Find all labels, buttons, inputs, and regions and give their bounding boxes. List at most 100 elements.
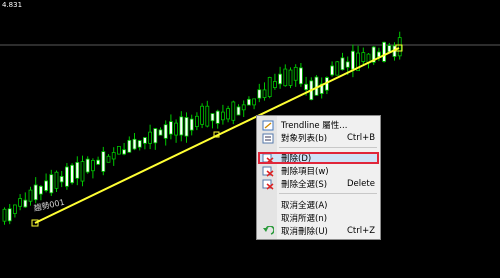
menu-item-shortcut: Ctrl+Z <box>347 226 376 236</box>
candle-body <box>283 68 288 87</box>
menu-separator <box>279 193 377 194</box>
candle-body <box>298 67 303 85</box>
candle-body <box>246 98 251 106</box>
menu-item-delete-item[interactable]: 刪除項目(w) <box>258 165 379 177</box>
menu-item-label: 對象列表(b) <box>281 134 328 144</box>
candle-body <box>252 98 257 106</box>
candle-body <box>272 81 277 89</box>
candle-body <box>127 139 132 153</box>
menu-item-shortcut: Ctrl+B <box>347 133 376 143</box>
menu-item-label: 刪除(D) <box>281 154 312 164</box>
candle-body <box>215 110 220 124</box>
candle-body <box>345 61 350 68</box>
candle-body <box>117 145 121 155</box>
candle-body <box>75 162 80 179</box>
candle-body <box>163 124 168 139</box>
candle-body <box>231 101 236 121</box>
candle-body <box>85 158 90 173</box>
candle-body <box>304 83 309 91</box>
menu-item-label: 刪除項目(w) <box>281 167 329 177</box>
candle-body <box>148 131 153 144</box>
candle-body <box>59 176 64 183</box>
delete-item-icon <box>262 166 274 177</box>
menu-item-delete[interactable]: 刪除(D) <box>258 152 379 164</box>
chart-canvas[interactable] <box>0 0 500 278</box>
candle-body <box>70 164 74 184</box>
candle-body <box>350 50 355 70</box>
candle-body <box>382 41 387 62</box>
candle-body <box>293 66 298 81</box>
candle-body <box>44 180 48 191</box>
candle-body <box>340 57 345 71</box>
candle-body <box>278 73 283 85</box>
menu-item-deselect[interactable]: 取消所選(n) <box>258 212 379 224</box>
menu-item-shortcut: Delete <box>347 179 375 189</box>
candle-body <box>387 45 392 53</box>
menu-item-label: 取消所選(n) <box>281 214 328 224</box>
candle-body <box>335 61 340 76</box>
menu-item-label: 取消全選(A) <box>281 201 328 211</box>
candle-body <box>267 77 272 97</box>
candle-body <box>288 69 293 86</box>
candle-body <box>23 199 28 208</box>
candle-body <box>2 208 7 222</box>
properties-icon <box>262 120 274 131</box>
price-axis-label: 4.831 <box>2 1 23 9</box>
candle-body <box>179 116 184 136</box>
candle-body <box>12 204 17 214</box>
candle-body <box>101 151 106 172</box>
candle-body <box>132 138 137 150</box>
candle-body <box>158 129 163 136</box>
price-chart[interactable]: 4.831 趨勢001 <box>0 0 500 278</box>
candle-body <box>241 104 246 111</box>
menu-item-deselect-all[interactable]: 取消全選(A) <box>258 199 379 211</box>
candle-body <box>236 106 241 116</box>
candle-body <box>220 111 225 121</box>
candle-body <box>168 121 173 135</box>
candle-body <box>200 105 205 125</box>
object-list-icon <box>262 133 274 144</box>
menu-item-label: 刪除全選(S) <box>281 180 328 190</box>
candle-body <box>194 115 199 127</box>
candle-body <box>205 105 210 127</box>
candle-body <box>257 89 262 99</box>
menu-item-trendline-properties[interactable]: Trendline 屬性... <box>258 119 379 131</box>
candle-body <box>397 37 402 57</box>
menu-separator <box>279 147 377 148</box>
delete-selected-icon <box>262 179 274 190</box>
candle-body <box>33 184 38 201</box>
candle-body <box>49 174 54 194</box>
candle-body <box>184 117 189 137</box>
menu-item-label: Trendline 屬性... <box>281 121 348 131</box>
candle-body <box>65 166 69 187</box>
undo-icon <box>262 225 274 237</box>
candle-body <box>174 122 179 136</box>
candle-body <box>111 152 116 160</box>
candle-body <box>18 198 23 207</box>
candle-body <box>153 128 158 144</box>
menu-item-label: 取消刪除(U) <box>281 227 328 237</box>
candle-body <box>137 140 142 148</box>
candle-body <box>262 89 267 98</box>
candle-body <box>80 161 85 182</box>
candle-body <box>361 52 366 62</box>
candle-body <box>7 208 12 222</box>
menu-item-object-list[interactable]: 對象列表(b) Ctrl+B <box>258 132 379 144</box>
menu-item-undo-delete[interactable]: 取消刪除(U) Ctrl+Z <box>258 225 379 237</box>
highlight-frame <box>258 152 379 164</box>
candle-body <box>54 171 59 189</box>
delete-icon <box>262 153 274 164</box>
candle-body <box>226 108 231 120</box>
candle-body <box>210 113 215 122</box>
candle-body <box>96 159 100 165</box>
candle-body <box>91 160 95 172</box>
candle-body <box>189 118 194 131</box>
candle-body <box>142 137 147 144</box>
candle-body <box>330 65 335 76</box>
candle-body <box>39 185 43 195</box>
candle-body <box>122 149 126 155</box>
candle-body <box>28 189 33 202</box>
context-menu: Trendline 屬性... 對象列表(b) Ctrl+B 刪除(D) 刪除項… <box>256 115 381 240</box>
candle-body <box>106 155 111 163</box>
menu-item-delete-selected[interactable]: 刪除全選(S) Delete <box>258 178 379 190</box>
